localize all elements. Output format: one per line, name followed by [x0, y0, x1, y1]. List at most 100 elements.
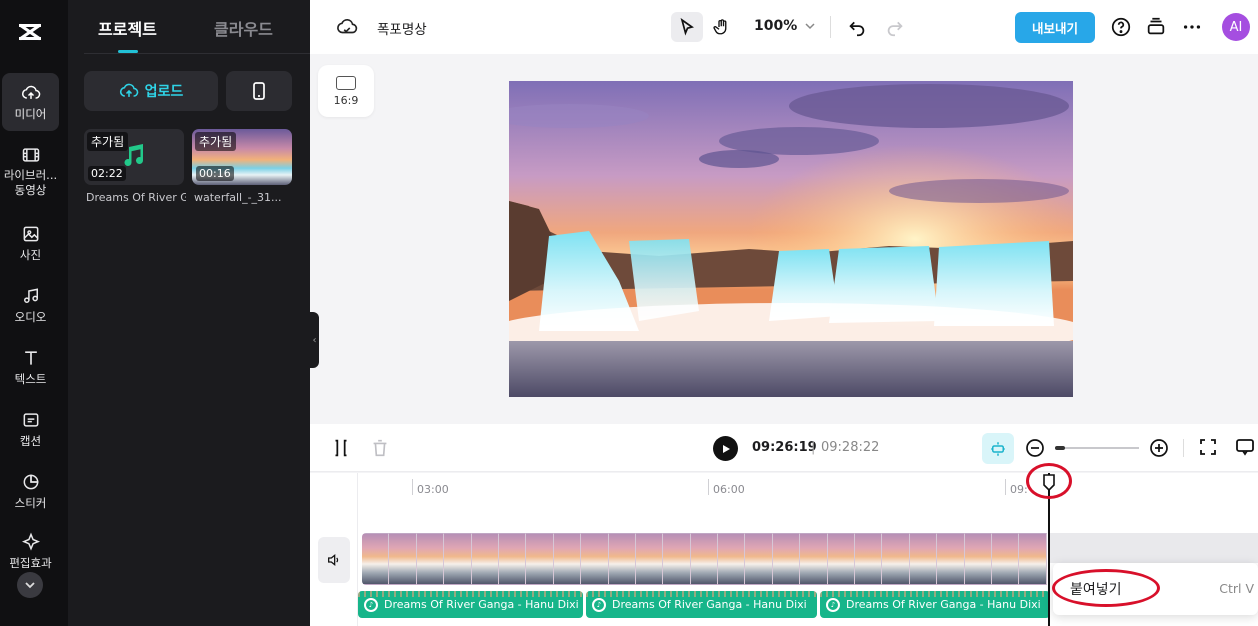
rail-item-photo[interactable]: 사진 [2, 218, 59, 268]
tab-project[interactable]: 프로젝트 [98, 16, 157, 40]
rail-item-caption[interactable]: 캡션 [2, 404, 59, 454]
cloud-upload-icon [21, 85, 40, 99]
rail-item-label: 오디오 [14, 309, 47, 324]
video-frame [937, 533, 965, 585]
video-frame [772, 533, 801, 585]
total-time: 09:28:22 [821, 440, 880, 455]
video-preview[interactable] [509, 81, 1073, 397]
media-thumb-video[interactable]: 추가됨 00:16 [192, 129, 292, 185]
timeline-zoom-knob[interactable] [1055, 446, 1065, 450]
undo-icon[interactable] [846, 16, 868, 38]
caption-icon [23, 412, 38, 427]
timeline-zoom-slider[interactable] [1055, 447, 1139, 449]
rail-item-sticker[interactable]: 스티커 [2, 466, 59, 516]
video-frame [800, 533, 828, 585]
redo-icon[interactable] [884, 16, 906, 38]
hand-tool-button[interactable] [706, 12, 738, 42]
audio-clip[interactable]: ♪ Dreams Of River Ganga - Hanu Dixi [820, 591, 1050, 618]
cursor-icon [680, 18, 694, 36]
rail-item-label: 사진 [19, 247, 42, 262]
audio-disc-icon: ♪ [826, 597, 840, 612]
media-thumb-audio[interactable]: 추가됨 02:22 [84, 129, 184, 185]
fit-timeline-icon[interactable] [1198, 437, 1218, 457]
divider [1183, 439, 1184, 457]
tab-cloud[interactable]: 클라우드 [214, 16, 273, 40]
play-icon [722, 444, 730, 453]
track-header [310, 473, 358, 626]
zoom-dropdown[interactable]: 100% [754, 18, 815, 34]
capcut-logo-icon [16, 18, 44, 46]
speaker-icon [328, 554, 339, 566]
time-separator: | [811, 440, 816, 455]
tab-active-indicator [118, 50, 138, 53]
project-name[interactable]: 폭포명상 [377, 18, 427, 38]
upload-label: 업로드 [144, 84, 184, 100]
top-bar: 폭포명상 100% 내보내기 AI [310, 0, 1258, 54]
rail-item-label: 미디어 [14, 106, 47, 121]
rail-item-media[interactable]: 미디어 [2, 73, 59, 131]
video-frame [498, 533, 527, 585]
magnet-icon [991, 441, 1005, 456]
rail-item-label: 스티커 [14, 495, 47, 510]
video-clip[interactable] [362, 533, 1050, 585]
audio-clip-label: Dreams Of River Ganga - Hanu Dixi [384, 598, 579, 611]
avatar[interactable]: AI [1222, 13, 1250, 41]
split-icon[interactable] [330, 437, 352, 459]
left-rail: 미디어 라이브러... 동영상 사진 오디오 텍스트 캡션 스티커 편집효과 [0, 0, 68, 626]
mute-track-button[interactable] [318, 537, 350, 583]
video-frame [855, 533, 883, 585]
chevron-down-icon [805, 23, 815, 30]
media-panel: 프로젝트 클라우드 업로드 추가됨 02:22 추가됨 00:16 Dreams… [68, 0, 310, 626]
ruler-label: 09: [1010, 483, 1028, 496]
media-duration: 02:22 [88, 166, 126, 181]
audio-clip[interactable]: ♪ Dreams Of River Ganga - Hanu Dixi [586, 591, 817, 618]
comment-icon[interactable] [1235, 437, 1255, 457]
help-icon[interactable] [1110, 16, 1132, 38]
rail-item-library[interactable]: 라이브러... 동영상 [2, 140, 59, 202]
play-button[interactable] [713, 436, 738, 461]
video-frame [1019, 533, 1047, 585]
video-frame [882, 533, 910, 585]
video-frame [608, 533, 636, 585]
media-duration: 00:16 [196, 166, 234, 181]
video-frame [718, 533, 746, 585]
export-button[interactable]: 내보내기 [1015, 12, 1095, 43]
video-frame [581, 533, 609, 585]
ruler-tick [412, 479, 413, 495]
layers-icon[interactable] [1145, 16, 1167, 38]
video-frame [690, 533, 719, 585]
highlight-circle [1026, 463, 1072, 499]
video-frame [663, 533, 691, 585]
upload-button[interactable]: 업로드 [84, 71, 218, 111]
ruler-tick [708, 479, 709, 495]
added-badge: 추가됨 [195, 132, 237, 151]
video-frame [553, 533, 582, 585]
phone-upload-button[interactable] [226, 71, 292, 111]
added-badge: 추가됨 [87, 132, 129, 151]
zoom-in-icon[interactable] [1149, 438, 1169, 458]
trash-icon[interactable] [369, 437, 391, 459]
panel-collapse-handle[interactable]: ‹ [310, 312, 319, 368]
rail-more-button[interactable] [17, 572, 43, 598]
audio-clip-label: Dreams Of River Ganga - Hanu Dixi [846, 598, 1041, 611]
aspect-ratio-icon [336, 75, 356, 90]
cloud-sync-icon[interactable] [336, 16, 358, 38]
rail-item-label-2: 동영상 [14, 182, 47, 197]
video-frame [991, 533, 1020, 585]
rail-item-audio[interactable]: 오디오 [2, 280, 59, 330]
aspect-ratio-button[interactable]: 16:9 [318, 65, 374, 117]
rail-item-effects[interactable]: 편집효과 [2, 528, 59, 578]
zoom-out-icon[interactable] [1025, 438, 1045, 458]
rail-item-text[interactable]: 텍스트 [2, 342, 59, 392]
snap-toggle-button[interactable] [982, 433, 1014, 464]
current-time: 09:26:19 [752, 440, 817, 455]
empty-track-area [1050, 533, 1258, 563]
image-icon [23, 226, 38, 241]
video-frame [964, 533, 992, 585]
music-note-icon [23, 287, 38, 303]
select-tool-button[interactable] [671, 12, 703, 42]
rail-item-label: 텍스트 [14, 371, 47, 386]
divider [830, 16, 831, 38]
more-icon[interactable] [1181, 16, 1203, 38]
audio-clip[interactable]: ♪ Dreams Of River Ganga - Hanu Dixi [358, 591, 583, 618]
